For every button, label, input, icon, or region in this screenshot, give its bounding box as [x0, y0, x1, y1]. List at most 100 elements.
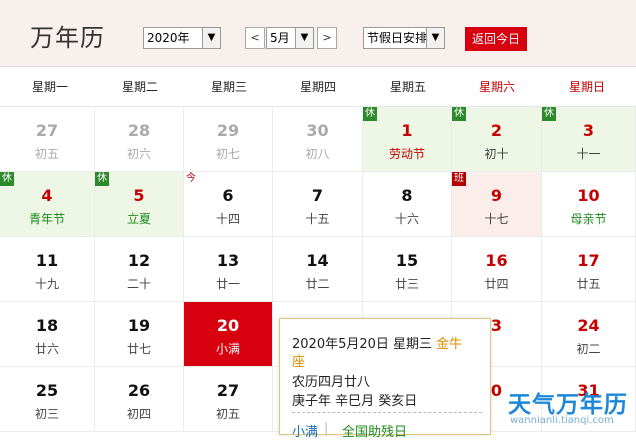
lunar-date: 廿一: [215, 277, 240, 291]
day-number: 6: [222, 186, 234, 205]
day-number: 14: [306, 251, 329, 270]
day-number: 4: [41, 186, 53, 205]
day-number: 16: [485, 251, 508, 270]
lunar-date: 劳动节: [388, 147, 425, 161]
calendar-day-cell[interactable]: 29 初七: [184, 107, 273, 172]
day-number: 8: [401, 186, 413, 205]
day-number: 2: [490, 121, 503, 140]
watermark-url: wannianli.tianqi.com: [510, 415, 614, 426]
watermark: 天气万年历 wannianli.tianqi.com: [508, 383, 636, 435]
lunar-date: 廿四: [484, 277, 509, 291]
festival-link[interactable]: 全国助残日: [342, 421, 407, 440]
lunar-date: 立夏: [126, 212, 151, 226]
holiday-select[interactable]: 节假日安排 ▼: [363, 27, 445, 49]
weekday-label: 星期二: [121, 80, 158, 94]
calendar-day-cell[interactable]: 11 十九: [0, 237, 95, 302]
calendar-day-cell[interactable]: 17 廿五: [542, 237, 636, 302]
next-month-button[interactable]: >: [317, 27, 337, 49]
lunar-date: 十一: [576, 147, 601, 161]
popup-divider: [292, 412, 482, 413]
lunar-date: 廿七: [126, 342, 151, 356]
lunar-date: 初四: [126, 407, 151, 421]
day-number: 1: [401, 121, 413, 140]
day-number: 10: [577, 186, 600, 205]
solar-term-link[interactable]: 小满: [292, 421, 318, 440]
weekday-label: 星期一: [31, 80, 68, 94]
lunar-date: 廿五: [576, 277, 601, 291]
calendar-day-cell[interactable]: 27 初五: [184, 367, 273, 432]
day-number: 11: [35, 251, 59, 270]
rest-badge: 休: [95, 172, 109, 186]
day-number: 29: [216, 121, 240, 140]
work-badge: 班: [452, 172, 466, 186]
lunar-date: 十四: [215, 212, 240, 226]
day-number: 25: [35, 381, 59, 400]
lunar-date: 初十: [484, 147, 509, 161]
day-number: 20: [216, 316, 240, 335]
calendar-day-cell[interactable]: 28 初六: [95, 107, 184, 172]
link-separator: |: [324, 421, 329, 436]
calendar-day-cell[interactable]: 12 二十: [95, 237, 184, 302]
rest-badge: 休: [0, 172, 14, 186]
weekday-label: 星期六: [478, 80, 515, 94]
calendar-day-cell[interactable]: 15 廿三: [363, 237, 452, 302]
lunar-date: 初五: [215, 407, 240, 421]
calendar-day-cell[interactable]: 27 初五: [0, 107, 95, 172]
lunar-date: 小满: [215, 342, 240, 356]
month-select-value: 5月: [270, 31, 290, 45]
lunar-date: 二十: [126, 277, 151, 291]
day-number: 17: [577, 251, 600, 270]
year-select-value: 2020年: [147, 31, 190, 45]
month-select[interactable]: 5月 ▼: [266, 27, 314, 49]
popup-lunar: 农历四月廿八: [292, 375, 371, 390]
calendar-day-cell[interactable]: 休 3 十一: [542, 107, 636, 172]
popup-ganzhi: 庚子年 辛巳月 癸亥日: [292, 394, 418, 409]
calendar-day-cell[interactable]: 24 初二: [542, 302, 636, 367]
prev-month-button[interactable]: <: [245, 27, 265, 49]
calendar-day-cell[interactable]: 25 初三: [0, 367, 95, 432]
calendar-day-cell[interactable]: 8 十六: [363, 172, 452, 237]
weekday-label: 星期四: [299, 80, 336, 94]
day-detail-popup: 2020年5月20日 星期三 金牛 座 农历四月廿八 庚子年 辛巳月 癸亥日 小…: [279, 318, 491, 440]
year-select[interactable]: 2020年 ▼: [143, 27, 221, 49]
return-today-button[interactable]: 返回今日: [465, 27, 527, 51]
lunar-date: 母亲节: [570, 212, 607, 226]
calendar-day-cell[interactable]: 7 十五: [273, 172, 363, 237]
popup-zodiac: 金牛: [436, 337, 463, 352]
calendar-day-cell[interactable]: 19 廿七: [95, 302, 184, 367]
calendar-day-cell[interactable]: 休 5 立夏: [95, 172, 184, 237]
rest-badge: 休: [452, 107, 466, 121]
rest-badge: 休: [363, 107, 377, 121]
calendar-day-cell[interactable]: 休 2 初十: [452, 107, 542, 172]
header-bar: 万年历 2020年 ▼ < 5月 ▼ > 节假日安排 ▼ 返回今日: [0, 0, 636, 67]
day-number: 24: [577, 316, 600, 335]
lunar-date: 廿三: [394, 277, 419, 291]
calendar-day-cell[interactable]: 16 廿四: [452, 237, 542, 302]
calendar-day-cell[interactable]: 20 小满: [184, 302, 273, 367]
lunar-date: 十九: [34, 277, 59, 291]
day-number: 27: [35, 121, 59, 140]
lunar-date: 初八: [305, 147, 330, 161]
calendar-day-cell[interactable]: 休 4 青年节: [0, 172, 95, 237]
calendar-day-cell[interactable]: 休 1 劳动节: [363, 107, 452, 172]
popup-date-text: 2020年5月20日 星期三: [292, 337, 433, 352]
day-number: 19: [127, 316, 151, 335]
calendar-day-cell[interactable]: 18 廿六: [0, 302, 95, 367]
day-number: 28: [127, 121, 151, 140]
lunar-date: 十五: [305, 212, 330, 226]
holiday-select-value: 节假日安排: [367, 31, 428, 45]
weekday-label: 星期三: [210, 80, 247, 94]
lunar-date: 青年节: [28, 212, 65, 226]
calendar-day-cell[interactable]: 30 初八: [273, 107, 363, 172]
day-number: 9: [490, 186, 503, 205]
day-number: 3: [582, 121, 595, 140]
lunar-date: 初二: [576, 342, 601, 356]
day-number: 12: [127, 251, 151, 270]
calendar-day-cell[interactable]: 10 母亲节: [542, 172, 636, 237]
calendar-day-cell[interactable]: 14 廿二: [273, 237, 363, 302]
calendar-day-cell[interactable]: 班 9 十七: [452, 172, 542, 237]
calendar-day-cell[interactable]: 今 6 十四: [184, 172, 273, 237]
calendar-day-cell[interactable]: 13 廿一: [184, 237, 273, 302]
calendar-day-cell[interactable]: 26 初四: [95, 367, 184, 432]
today-badge: 今: [186, 173, 196, 184]
